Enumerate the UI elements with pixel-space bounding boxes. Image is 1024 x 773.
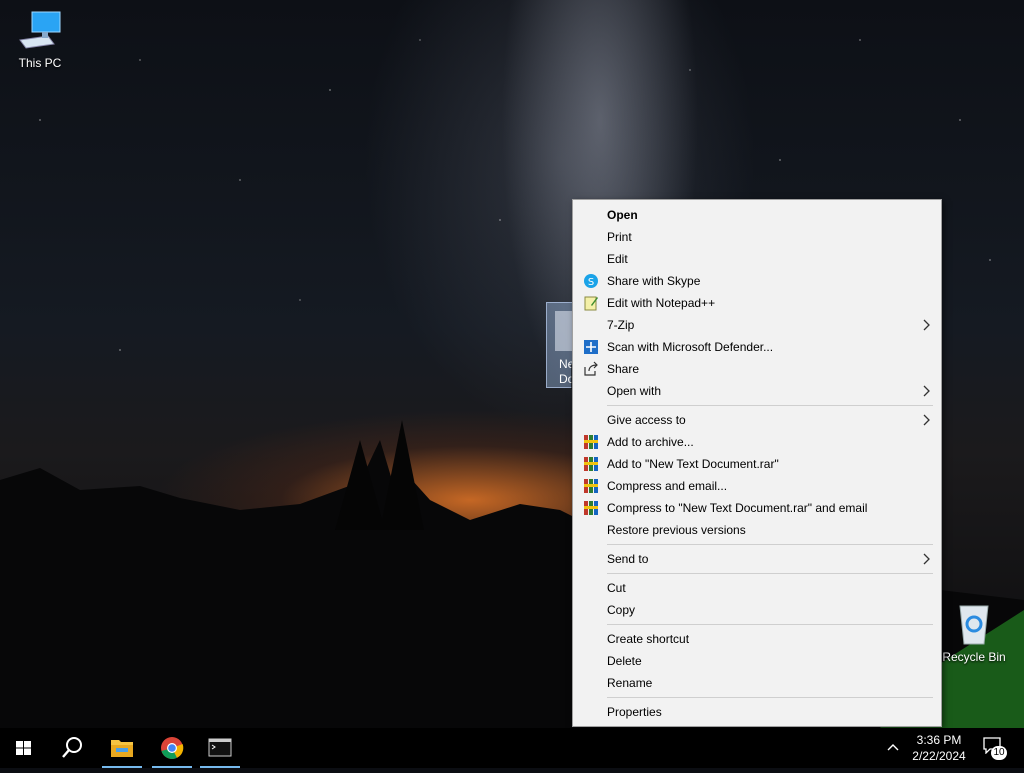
defender-icon [584, 340, 598, 354]
recycle-bin-icon [959, 605, 989, 645]
menu-item-label: Edit [607, 252, 628, 266]
menu-item-print[interactable]: Print [573, 226, 941, 248]
menu-item-label: Print [607, 230, 632, 244]
file-explorer-icon [111, 740, 133, 757]
menu-item-compress-and-email[interactable]: Compress and email... [573, 475, 941, 497]
menu-separator [607, 697, 933, 698]
clock-time: 3:36 PM [916, 733, 962, 747]
text-document-icon [555, 311, 573, 351]
menu-separator [607, 544, 933, 545]
winrar-icon [584, 435, 598, 449]
menu-item-label: Edit with Notepad++ [607, 296, 716, 310]
menu-item-label: 7-Zip [607, 318, 635, 332]
recycle-bin-label: Recycle Bin [942, 650, 1006, 664]
this-pc-desktop-icon[interactable]: This PC [2, 10, 78, 70]
windows-logo-icon [16, 741, 31, 755]
notepadpp-icon [584, 296, 598, 311]
this-pc-icon [19, 11, 61, 49]
menu-separator [607, 405, 933, 406]
menu-item-7zip[interactable]: 7-Zip [573, 314, 941, 336]
menu-item-add-to-rar[interactable]: Add to "New Text Document.rar" [573, 453, 941, 475]
winrar-icon [584, 501, 598, 515]
taskbar: 3:36 PM 2/22/2024 10 [0, 728, 1024, 768]
context-menu: Open Print Edit S Share with Skype Edit … [572, 199, 942, 727]
recycle-bin-desktop-icon[interactable]: Recycle Bin [936, 602, 1012, 664]
notification-center-button[interactable]: 10 [982, 736, 1010, 760]
share-icon [584, 361, 598, 376]
taskbar-chrome[interactable] [148, 728, 196, 768]
menu-item-scan-defender[interactable]: Scan with Microsoft Defender... [573, 336, 941, 358]
menu-item-give-access-to[interactable]: Give access to [573, 409, 941, 431]
terminal-icon [208, 738, 232, 757]
taskbar-file-explorer[interactable] [98, 728, 146, 768]
winrar-icon [584, 457, 598, 471]
menu-item-label: Restore previous versions [607, 523, 746, 537]
menu-item-properties[interactable]: Properties [573, 701, 941, 723]
menu-separator [607, 624, 933, 625]
menu-separator [607, 573, 933, 574]
menu-item-label: Open with [607, 384, 662, 398]
chevron-right-icon [923, 414, 930, 426]
winrar-icon [584, 479, 598, 493]
skype-icon: S [584, 274, 598, 288]
menu-item-label: Open [607, 208, 638, 222]
taskbar-terminal[interactable] [196, 728, 244, 768]
menu-item-delete[interactable]: Delete [573, 650, 941, 672]
clock-date: 2/22/2024 [912, 749, 966, 763]
menu-item-label: Share [607, 362, 640, 376]
menu-item-label: Send to [607, 552, 649, 566]
chevron-right-icon [923, 385, 930, 397]
menu-item-copy[interactable]: Copy [573, 599, 941, 621]
svg-text:S: S [588, 277, 594, 288]
menu-item-edit-with-notepadpp[interactable]: Edit with Notepad++ [573, 292, 941, 314]
menu-item-label: Rename [607, 676, 653, 690]
search-button[interactable] [48, 728, 96, 768]
menu-item-open-with[interactable]: Open with [573, 380, 941, 402]
show-hidden-icons-chevron-icon[interactable] [886, 740, 900, 754]
search-icon [62, 737, 82, 758]
menu-item-add-to-archive[interactable]: Add to archive... [573, 431, 941, 453]
menu-item-label: Scan with Microsoft Defender... [607, 340, 774, 354]
taskbar-clock[interactable]: 3:36 PM 2/22/2024 [906, 732, 972, 764]
start-button[interactable] [0, 728, 48, 768]
menu-item-label: Delete [607, 654, 642, 668]
menu-item-label: Cut [607, 581, 626, 595]
chrome-icon [161, 737, 184, 759]
menu-item-label: Add to archive... [607, 435, 694, 449]
menu-item-send-to[interactable]: Send to [573, 548, 941, 570]
chevron-right-icon [923, 319, 930, 331]
menu-item-open[interactable]: Open [573, 204, 941, 226]
notification-count-badge: 10 [991, 746, 1007, 760]
menu-item-label: Give access to [607, 413, 686, 427]
menu-item-label: Properties [607, 705, 662, 719]
menu-item-edit[interactable]: Edit [573, 248, 941, 270]
menu-item-label: Copy [607, 603, 636, 617]
menu-item-restore-previous-versions[interactable]: Restore previous versions [573, 519, 941, 541]
this-pc-label: This PC [18, 56, 62, 70]
menu-item-label: Compress to "New Text Document.rar" and … [607, 501, 868, 515]
menu-item-share[interactable]: Share [573, 358, 941, 380]
menu-item-compress-to-rar-and-email[interactable]: Compress to "New Text Document.rar" and … [573, 497, 941, 519]
menu-item-rename[interactable]: Rename [573, 672, 941, 694]
menu-item-label: Share with Skype [607, 274, 701, 288]
menu-item-label: Compress and email... [607, 479, 728, 493]
menu-item-create-shortcut[interactable]: Create shortcut [573, 628, 941, 650]
menu-item-label: Add to "New Text Document.rar" [607, 457, 779, 471]
menu-item-label: Create shortcut [607, 632, 690, 646]
menu-item-cut[interactable]: Cut [573, 577, 941, 599]
menu-item-share-with-skype[interactable]: S Share with Skype [573, 270, 941, 292]
chevron-right-icon [923, 553, 930, 565]
